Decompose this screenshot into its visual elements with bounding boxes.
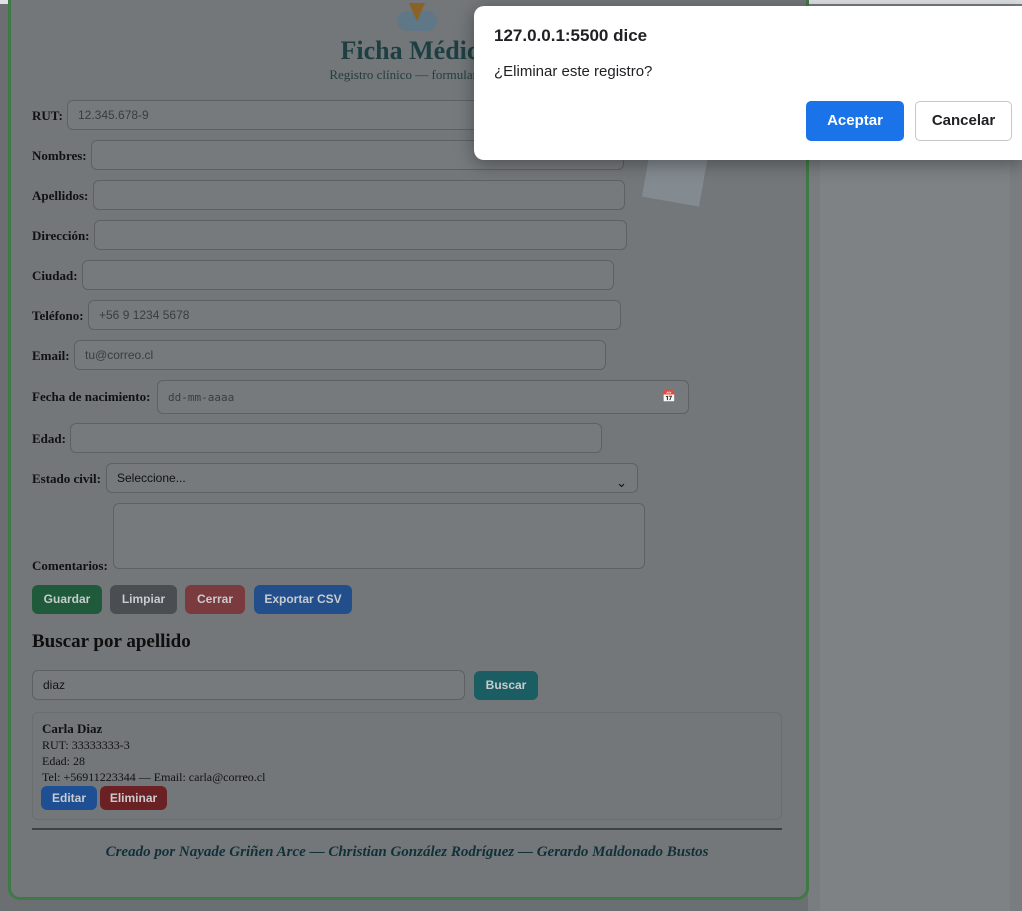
- edad-input[interactable]: [70, 423, 602, 453]
- footer-credits: Creado por Nayade Griñen Arce — Christia…: [105, 844, 709, 860]
- direccion-label: Dirección:: [32, 228, 90, 243]
- cancelar-button[interactable]: Cancelar: [915, 101, 1012, 141]
- result-contact: Tel: +56911223344 — Email: carla@correo.…: [42, 770, 266, 784]
- email-label: Email:: [32, 348, 70, 363]
- exportar-csv-button[interactable]: Exportar CSV: [254, 585, 352, 614]
- result-name: Carla Diaz: [42, 721, 103, 736]
- confirm-dialog: 127.0.0.1:5500 dice ¿Eliminar este regis…: [474, 6, 1022, 160]
- telefono-placeholder: +56 9 1234 5678: [99, 308, 190, 322]
- search-section-title: Buscar por apellido: [32, 631, 191, 652]
- calendar-icon[interactable]: 📅: [662, 381, 676, 413]
- direccion-input[interactable]: [94, 220, 627, 250]
- guardar-button[interactable]: Guardar: [32, 585, 102, 614]
- ciudad-label: Ciudad:: [32, 268, 78, 283]
- email-input[interactable]: tu@correo.cl: [74, 340, 606, 370]
- buscar-button[interactable]: Buscar: [474, 671, 538, 700]
- estado-civil-value: Seleccione...: [117, 471, 186, 485]
- list-item: Carla Diaz RUT: 33333333-3 Edad: 28 Tel:…: [32, 712, 782, 820]
- comentarios-textarea[interactable]: [113, 503, 645, 569]
- comentarios-label: Comentarios:: [32, 558, 108, 573]
- result-rut: RUT: 33333333-3: [42, 738, 130, 752]
- cerrar-button[interactable]: Cerrar: [185, 585, 245, 614]
- aceptar-button[interactable]: Aceptar: [806, 101, 904, 141]
- search-value: diaz: [43, 678, 66, 692]
- email-placeholder: tu@correo.cl: [85, 348, 154, 362]
- telefono-input[interactable]: +56 9 1234 5678: [88, 300, 621, 330]
- apellidos-input[interactable]: [93, 180, 625, 210]
- footer-divider: [32, 828, 782, 830]
- result-edad: Edad: 28: [42, 754, 85, 768]
- telefono-label: Teléfono:: [32, 308, 84, 323]
- rut-input[interactable]: 12.345.678-9: [67, 100, 487, 130]
- doctor-avatar-icon: [397, 3, 437, 31]
- eliminar-button[interactable]: Eliminar: [100, 786, 167, 810]
- editar-button[interactable]: Editar: [41, 786, 97, 810]
- rut-placeholder: 12.345.678-9: [78, 108, 149, 122]
- estado-civil-select[interactable]: Seleccione... ⌄: [106, 463, 638, 493]
- nombres-label: Nombres:: [32, 148, 87, 163]
- edad-label: Edad:: [32, 431, 66, 446]
- dialog-message: ¿Eliminar este registro?: [494, 63, 653, 80]
- estado-civil-label: Estado civil:: [32, 471, 101, 486]
- fecha-placeholder: dd-mm-aaaa: [168, 391, 235, 404]
- chevron-down-icon: ⌄: [616, 476, 627, 491]
- search-input[interactable]: diaz: [32, 670, 465, 700]
- fecha-label: Fecha de nacimiento:: [32, 389, 151, 404]
- rut-label: RUT:: [32, 108, 63, 123]
- fecha-input[interactable]: dd-mm-aaaa 📅: [157, 380, 689, 414]
- side-panel: [820, 160, 1010, 911]
- ciudad-input[interactable]: [82, 260, 614, 290]
- limpiar-button[interactable]: Limpiar: [110, 585, 177, 614]
- dialog-title: 127.0.0.1:5500 dice: [494, 26, 648, 45]
- apellidos-label: Apellidos:: [32, 188, 89, 203]
